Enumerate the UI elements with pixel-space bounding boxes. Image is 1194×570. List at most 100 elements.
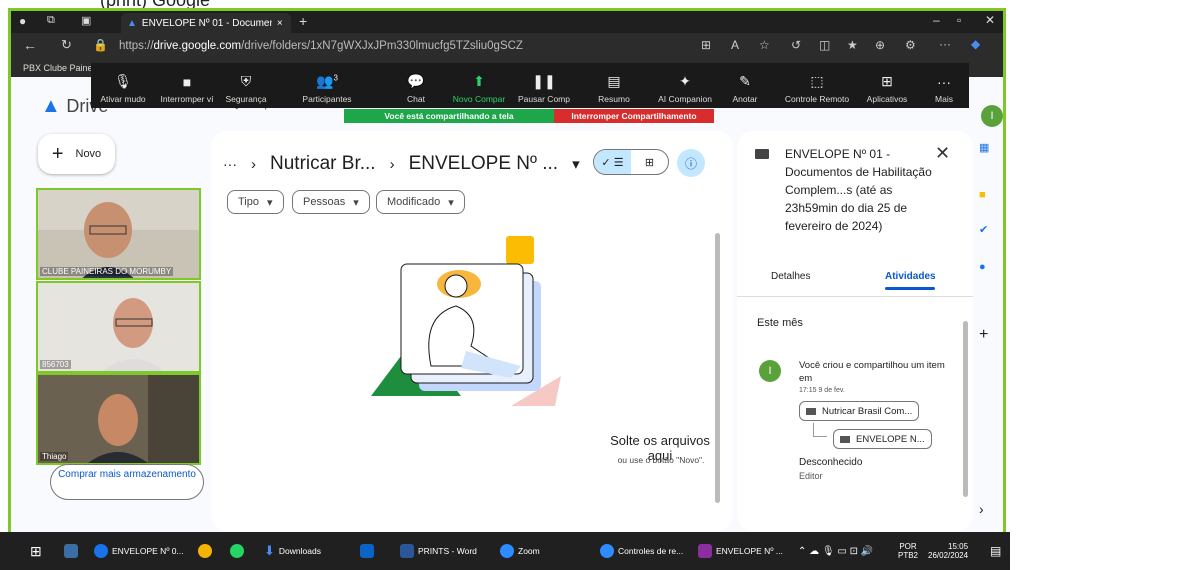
more-button[interactable]: ··· Mais [927,63,961,108]
tab-details[interactable]: Detalhes [771,271,810,282]
shared-screen: ● ⧉ ▣ ▲ ENVELOPE Nº 01 - Documentos × + … [8,8,1006,538]
url-field[interactable]: https://drive.google.com/drive/folders/1… [113,36,693,56]
reader-icon[interactable]: ⊞ [701,38,711,52]
read-aloud-icon[interactable]: A [731,38,739,52]
favorite-star-icon[interactable]: ☆ [759,38,770,52]
start-icon[interactable]: ⊞ [30,532,42,570]
zoom-toolbar: 🎙 Ativar mudo ■ Interromper ví ⛨ Segurança … [91,63,969,108]
new-button[interactable]: + Novo [38,134,115,174]
remote-control-label: Controle Remoto [784,94,850,104]
keep-icon[interactable]: ■ [979,189,986,201]
browser-tab[interactable]: ▲ ENVELOPE Nº 01 - Documentos × [121,13,291,33]
extensions-icon[interactable]: ⚙ [905,38,916,52]
breadcrumb-more-button[interactable]: ··· [223,156,237,172]
refresh-extension-icon[interactable]: ↺ [791,38,801,52]
back-icon[interactable]: ← [23,37,37,53]
new-tab-button[interactable]: + [299,13,307,29]
pause-share-button[interactable]: ❚❚ Pausar Comp [515,63,573,108]
people-filter[interactable]: Pessoas ▾ [292,190,370,214]
contacts-icon[interactable]: ● [979,261,986,273]
apps-button[interactable]: ⊞ Aplicativos [859,63,915,108]
download-icon: ⬇ [264,543,275,558]
activity-text: Você criou e compartilhou um item em [799,360,945,384]
calendar-icon[interactable]: ▦ [979,141,989,154]
close-window-icon[interactable]: ✕ [985,13,995,27]
taskbar-downloads[interactable]: ⬇ Downloads [264,532,321,570]
pencil-icon: ✎ [739,73,751,89]
close-tab-icon[interactable]: × [277,18,283,29]
new-share-button[interactable]: ⬆ Novo Compar [447,63,511,108]
view-toggle: ✓ ☰ ⊞ [593,149,669,175]
breadcrumb-parent[interactable]: Nutricar Br... [270,153,376,175]
participant-video[interactable]: Thiago [36,373,201,465]
participants-button[interactable]: 👥3 Participantes [291,63,363,108]
notifications-icon[interactable]: ▤ [990,532,1001,570]
taskbar-downloads-label: Downloads [278,546,321,556]
profile-icon[interactable]: ● [19,14,26,28]
taskbar-zoom[interactable]: Zoom [500,532,540,570]
ai-companion-button[interactable]: ✦ AI Companion [651,63,719,108]
folder-content: ··· › Nutricar Br... › ENVELOPE Nº ... ▾… [211,131,733,531]
stop-sharing-button[interactable]: Interromper Compartilhamento [554,109,714,123]
taskbar-word[interactable]: PRINTS - Word [400,532,477,570]
add-addon-icon[interactable]: + [979,326,988,344]
outlook-icon[interactable] [360,532,374,570]
tab-actions-icon[interactable]: ▣ [81,14,91,27]
taskbar-edge[interactable]: ENVELOPE Nº 0... [94,532,184,570]
favorites-icon[interactable]: ★ [847,38,858,52]
tasks-icon[interactable]: ✔ [979,223,988,236]
list-view-button[interactable]: ✓ ☰ [594,150,631,174]
chrome-icon[interactable] [198,532,212,570]
app-icon[interactable] [64,532,78,570]
content-scrollbar[interactable] [715,233,720,503]
edge-icon [94,544,108,558]
reload-icon[interactable]: ↻ [61,37,72,53]
taskbar-zoom-controls-label: Controles de re... [618,546,684,556]
mute-label: Ativar mudo [100,94,146,104]
whatsapp-icon[interactable] [230,532,244,570]
avatar: I [759,360,781,382]
language-indicator[interactable]: POR PTB2 [898,532,918,570]
tab-activity[interactable]: Atividades [885,271,936,282]
breadcrumb-current[interactable]: ENVELOPE Nº ... [409,153,559,175]
modified-filter[interactable]: Modificado ▾ [376,190,465,214]
workspaces-icon[interactable]: ⧉ [47,14,55,27]
system-tray[interactable]: ⌃ ☁ 🎙 ▭ ⊡ 🔊 [798,532,873,570]
chevron-down-icon: ▾ [353,196,359,209]
clock[interactable]: 15:05 26/02/2024 [928,532,968,570]
summary-button[interactable]: ▤ Resumo [589,63,639,108]
annotate-button[interactable]: ✎ Anotar [725,63,765,108]
restore-icon[interactable]: ▫ [957,13,961,27]
collections-icon[interactable]: ⊕ [875,38,885,52]
minimize-icon[interactable]: – [933,13,940,27]
participant-video[interactable]: CLUBE PAINEIRAS DO MORUMBY [36,188,201,280]
info-icon[interactable]: ⓘ [677,149,705,177]
remote-control-button[interactable]: ⬚ Controle Remoto [779,63,855,108]
grid-view-button[interactable]: ⊞ [631,150,668,174]
stop-video-button[interactable]: ■ Interromper ví [155,63,219,108]
taskbar-zoom-controls[interactable]: Controles de re... [600,532,683,570]
type-filter[interactable]: Tipo ▾ [227,190,284,214]
chevron-down-icon[interactable]: ▾ [572,155,580,173]
remote-control-icon: ⬚ [810,73,824,89]
panel-scrollbar[interactable] [963,321,968,497]
expand-panel-icon[interactable]: › [979,501,984,517]
chat-button[interactable]: 💬 Chat [391,63,441,108]
sharing-indicator[interactable]: Você está compartilhando a tela [344,109,554,123]
parent-folder-chip[interactable]: Nutricar Brasil Com... [799,401,920,421]
taskbar-winrar[interactable]: ENVELOPE Nº ... [698,532,783,570]
participant-video[interactable]: 856703 [36,281,201,373]
security-button[interactable]: ⛨ Segurança [221,63,271,108]
buy-storage-button[interactable]: Comprar mais armazenamento [50,464,204,500]
language-code: POR [899,542,917,551]
mute-button[interactable]: 🎙 Ativar mudo [97,63,149,108]
lock-icon[interactable]: 🔒 [93,38,108,52]
child-folder-chip[interactable]: ENVELOPE N... [833,429,932,449]
participants-icon: 👥3 [316,73,338,90]
close-icon[interactable]: ✕ [935,143,950,164]
account-avatar[interactable]: I [981,105,1003,127]
copilot-icon[interactable]: ◆ [971,37,980,51]
more-menu-icon[interactable]: ··· [939,37,951,51]
cropped-caption: (print) Google [0,0,400,8]
split-screen-icon[interactable]: ◫ [819,38,830,52]
